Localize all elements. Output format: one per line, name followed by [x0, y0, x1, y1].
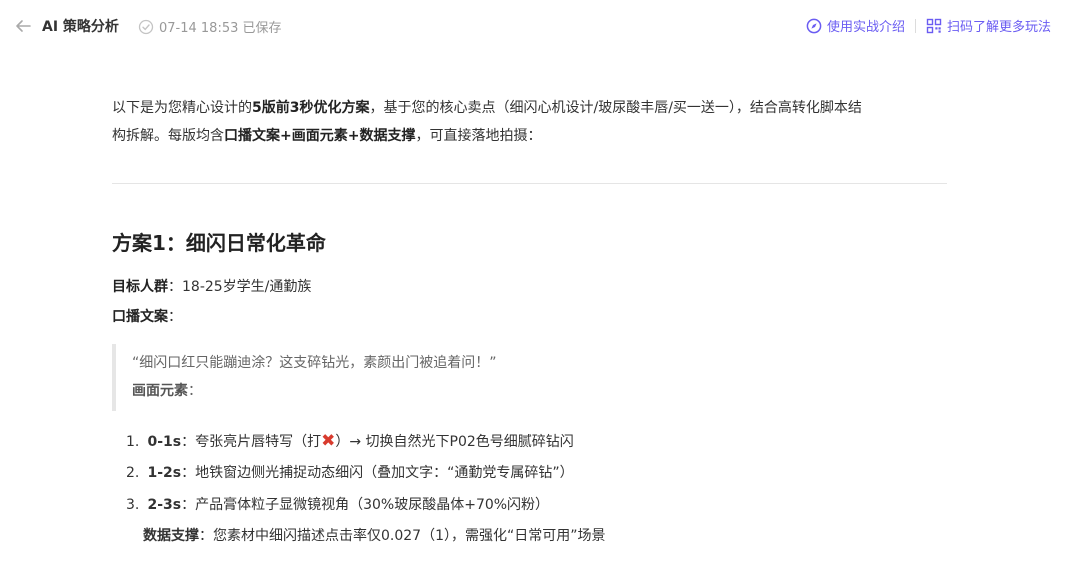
top-bar: AI 策略分析 07-14 18:53 已保存 使用实战介绍 扫码了解更多玩法 [0, 0, 1067, 52]
intro-highlight: 5版前3秒优化方案 [252, 100, 370, 116]
intro-paragraph: 以下是为您精心设计的5版前3秒优化方案，基于您的核心卖点（细闪心机设计/玻尿酸丰… [112, 94, 950, 150]
elements-line: 画面元素： [132, 377, 950, 405]
plan-meta: 目标人群：18-25岁学生/通勤族 口播文案： [112, 272, 950, 332]
scan-more-label: 扫码了解更多玩法 [946, 20, 1051, 35]
step-number: 1. [126, 434, 140, 450]
intro-highlight: 口播文案+画面元素+数据支撑 [224, 128, 416, 144]
plan-heading: 方案1：细闪日常化革命 [112, 231, 326, 255]
section-divider [112, 183, 947, 184]
list-item: 1. 0-1s：夸张亮片唇特写（打✖）→ 切换自然光下P02色号细腻碎钻闪 [126, 425, 950, 457]
audience-value: ：18-25岁学生/通勤族 [168, 279, 312, 295]
compass-icon [806, 18, 822, 33]
list-item: 3. 2-3s：产品膏体粒子显微镜视角（30%玻尿酸晶体+70%闪粉） [126, 489, 950, 521]
step-text: ）→ 切换自然光下P02色号细腻碎钻闪 [335, 434, 574, 450]
script-quote: “细闪口红只能蹦迪涂？这支碎钻光，素颜出门被追着问！” 画面元素： [112, 344, 950, 411]
step-number: 3. [126, 497, 140, 513]
data-support-label: 数据支撑 [143, 528, 199, 544]
header-links: 使用实战介绍 扫码了解更多玩法 [806, 16, 1051, 35]
qr-code-icon [926, 18, 942, 33]
saved-check-icon [138, 19, 154, 34]
back-arrow-icon[interactable] [14, 17, 32, 35]
scene-steps: 1. 0-1s：夸张亮片唇特写（打✖）→ 切换自然光下P02色号细腻碎钻闪 2.… [112, 425, 950, 521]
scan-more-link[interactable]: 扫码了解更多玩法 [926, 16, 1051, 35]
intro-text: ，基于您的核心卖点（细闪心机设计/玻尿酸丰唇/买一送一），结合高转化脚本结 [369, 100, 862, 116]
audience-line: 目标人群：18-25岁学生/通勤族 [112, 272, 950, 302]
step-text: ：夸张亮片唇特写（打 [181, 434, 322, 450]
usage-intro-link[interactable]: 使用实战介绍 [806, 16, 905, 35]
intro-text: 构拆解。每版均含 [112, 128, 224, 144]
step-time: 0-1s [147, 434, 182, 450]
step-time: 2-3s [147, 497, 182, 513]
save-status-text: 07-14 18:53 已保存 [159, 21, 282, 36]
data-support-line: 数据支撑：您素材中细闪描述点击率仅0.027（1），需强化“日常可用”场景 [112, 521, 950, 551]
script-colon: ： [168, 309, 182, 325]
intro-text: 以下是为您精心设计的 [112, 100, 252, 116]
elements-label: 画面元素 [132, 383, 188, 399]
script-line: 口播文案： [112, 302, 950, 332]
intro-text: ，可直接落地拍摄： [415, 128, 542, 144]
usage-intro-label: 使用实战介绍 [826, 20, 905, 35]
quote-text: “细闪口红只能蹦迪涂？这支碎钻光，素颜出门被追着问！” [132, 355, 497, 371]
script-label: 口播文案 [112, 309, 168, 325]
strategy-content: 以下是为您精心设计的5版前3秒优化方案，基于您的核心卖点（细闪心机设计/玻尿酸丰… [112, 94, 950, 551]
audience-label: 目标人群 [112, 279, 168, 295]
header-separator [914, 18, 916, 33]
step-text: ：产品膏体粒子显微镜视角（30%玻尿酸晶体+70%闪粉） [181, 497, 550, 513]
step-text: ：地铁窗边侧光捕捉动态细闪（叠加文字：“通勤党专属碎钻”） [181, 465, 574, 481]
elements-colon: ： [188, 383, 202, 399]
page-title: AI 策略分析 [42, 19, 119, 35]
cross-icon: ✖ [321, 431, 336, 451]
data-support-value: ：您素材中细闪描述点击率仅0.027（1），需强化“日常可用”场景 [199, 528, 606, 544]
step-time: 1-2s [147, 465, 182, 481]
list-item: 2. 1-2s：地铁窗边侧光捕捉动态细闪（叠加文字：“通勤党专属碎钻”） [126, 457, 950, 489]
step-number: 2. [126, 465, 140, 481]
save-status: 07-14 18:53 已保存 [138, 17, 282, 36]
